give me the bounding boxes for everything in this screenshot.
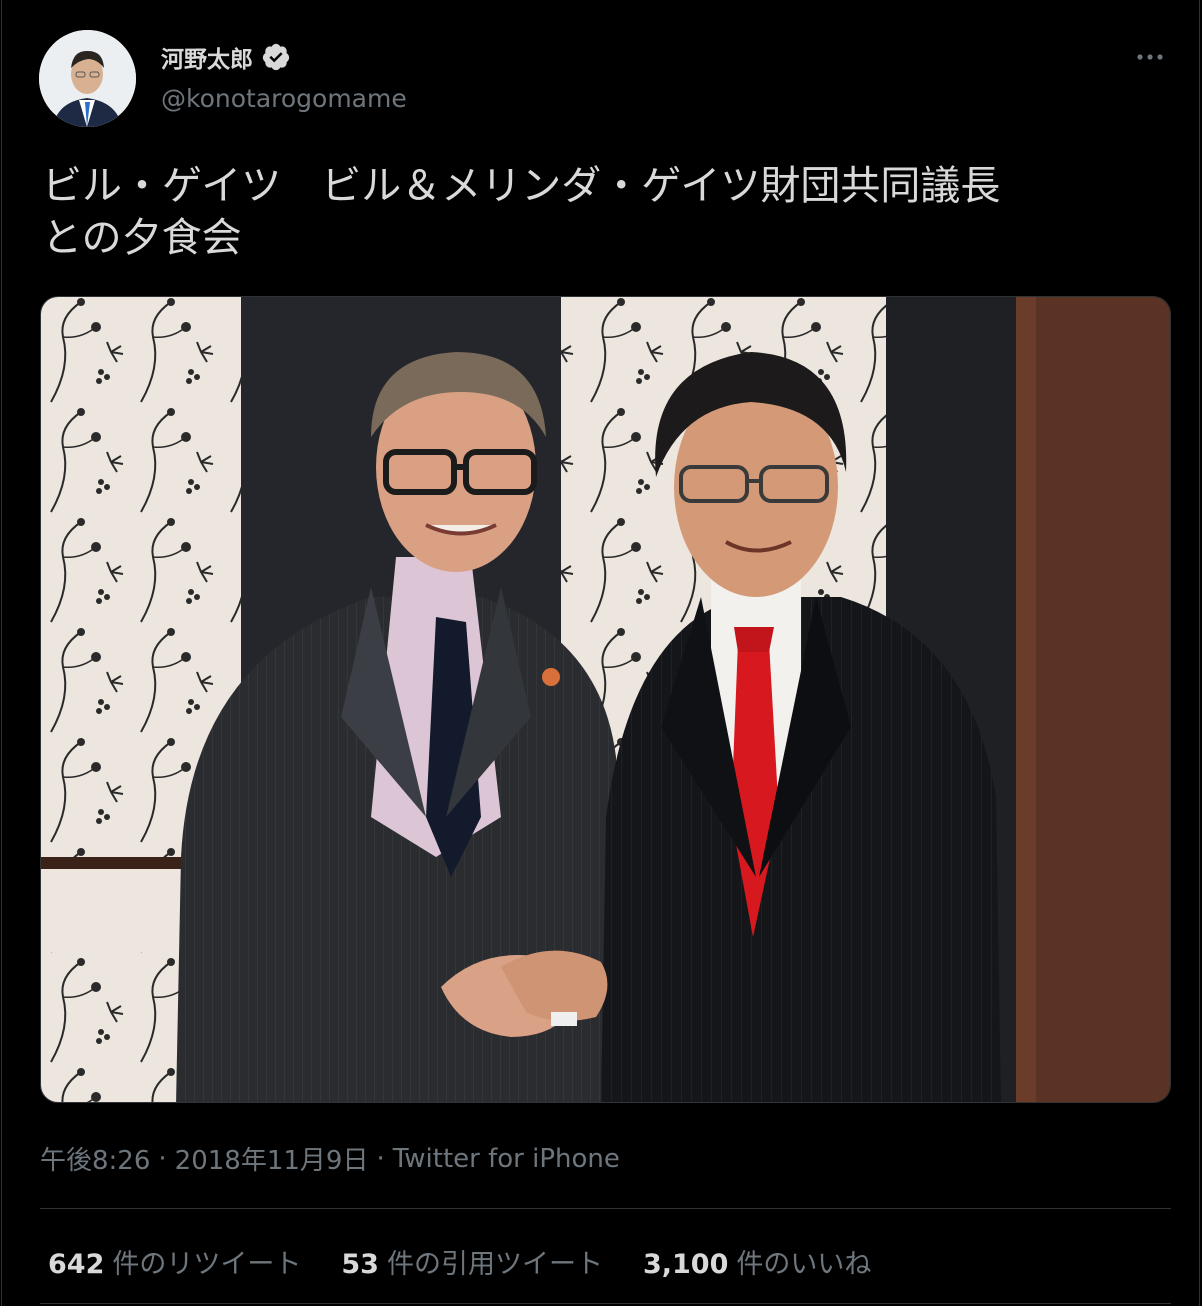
more-options-button[interactable] xyxy=(1126,38,1174,78)
likes-label: 件のいいね xyxy=(736,1249,872,1280)
tweet-stats: 642 件のリツイート 53 件の引用ツイート 3,100 件のいいね xyxy=(48,1242,911,1281)
retweets-count: 642 xyxy=(48,1249,105,1280)
tweet-photo[interactable] xyxy=(40,296,1171,1103)
tweet-meta: 午後8:26 · 2018年11月9日 · Twitter for iPhone xyxy=(40,1140,620,1177)
tweet-text: ビル・ゲイツ ビル＆メリンダ・ゲイツ財団共同議長 との夕食会 xyxy=(42,163,1001,261)
meta-separator: · xyxy=(158,1143,167,1174)
tweet-container: 河野太郎 @konotarogomame ビル・ゲイツ ビル＆メリンダ・ゲイツ財… xyxy=(1,0,1200,1306)
verified-badge-icon xyxy=(262,43,290,71)
tweet-time[interactable]: 午後8:26 xyxy=(40,1140,150,1177)
meta-separator: · xyxy=(376,1143,385,1174)
quote-tweets-stat[interactable]: 53 件の引用ツイート xyxy=(341,1242,603,1281)
quote-tweets-label: 件の引用ツイート xyxy=(386,1249,603,1280)
author-name-row: 河野太郎 xyxy=(161,40,291,74)
author-avatar[interactable] xyxy=(39,30,136,127)
tweet-date[interactable]: 2018年11月9日 xyxy=(175,1140,369,1177)
divider xyxy=(40,1208,1171,1209)
divider xyxy=(40,1303,1171,1304)
likes-count: 3,100 xyxy=(642,1249,729,1280)
likes-stat[interactable]: 3,100 件のいいね xyxy=(643,1242,871,1281)
tweet-source[interactable]: Twitter for iPhone xyxy=(393,1144,620,1174)
more-horizontal-icon xyxy=(1137,54,1163,60)
retweets-stat[interactable]: 642 件のリツイート xyxy=(48,1242,301,1281)
author-name[interactable]: 河野太郎 xyxy=(161,40,253,74)
quote-tweets-count: 53 xyxy=(341,1249,379,1280)
retweets-label: 件のリツイート xyxy=(112,1249,302,1280)
author-handle[interactable]: @konotarogomame xyxy=(161,84,407,113)
